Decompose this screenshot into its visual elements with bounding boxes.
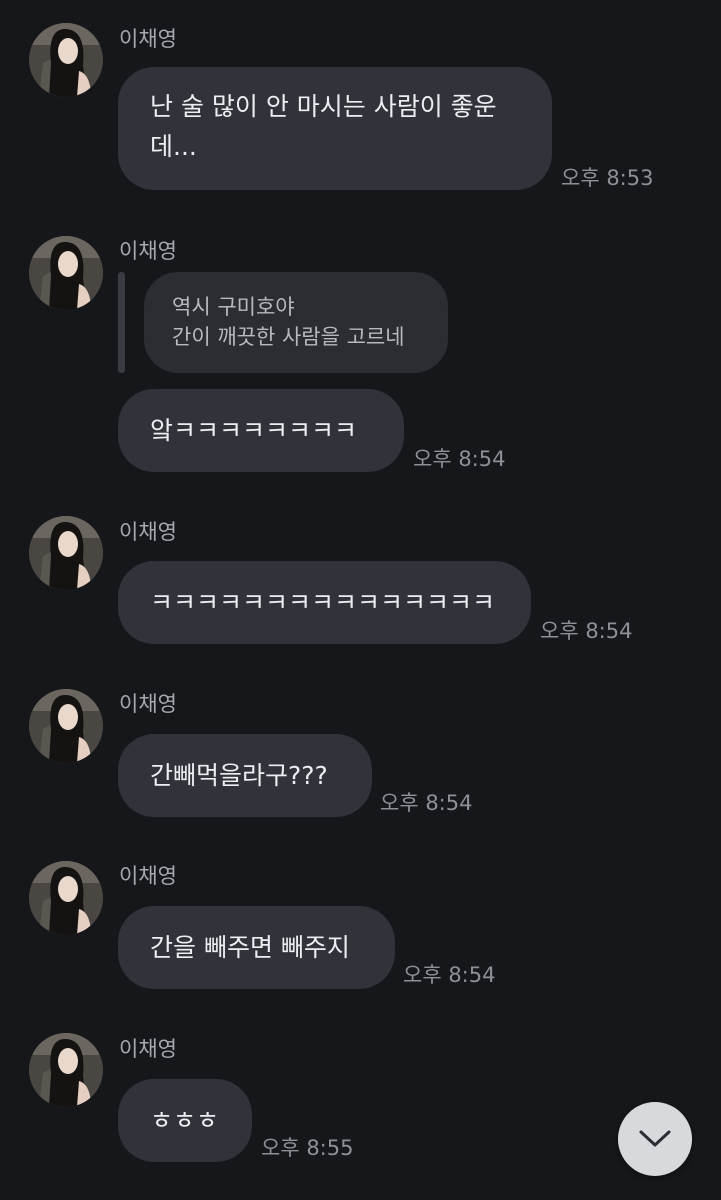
avatar[interactable] [29,236,103,310]
profile-photo-icon [29,689,103,763]
profile-photo-icon [29,23,103,97]
sender-name: 이채영 [119,1037,177,1061]
avatar[interactable] [29,23,103,97]
chevron-down-icon [639,1130,671,1147]
profile-photo-icon [29,861,103,935]
message-bubble[interactable]: 앜ㅋㅋㅋㅋㅋㅋㅋㅋ [118,389,404,472]
sender-name: 이채영 [119,692,177,716]
sender-name: 이채영 [119,520,177,544]
reply-indicator-bar [118,272,125,373]
reply-line: 간이 깨끗한 사람을 고르네 [172,325,405,349]
profile-photo-icon [29,516,103,590]
message-time: 오후 8:54 [413,447,506,471]
message-bubble[interactable]: 난 술 많이 안 마시는 사람이 좋운 데... [118,67,552,190]
reply-line: 역시 구미호야 [172,295,295,319]
message-bubble[interactable]: 간빼먹을라구??? [118,734,372,817]
message-time: 오후 8:55 [261,1136,354,1160]
avatar[interactable] [29,1033,103,1107]
profile-photo-icon [29,1033,103,1107]
message-bubble[interactable]: ㅎㅎㅎ [118,1079,252,1162]
sender-name: 이채영 [119,27,177,51]
message-bubble[interactable]: 간을 빼주면 빼주지 [118,906,395,989]
reply-quote[interactable]: 역시 구미호야 간이 깨끗한 사람을 고르네 [144,272,448,373]
scroll-to-bottom-button[interactable] [618,1102,692,1176]
message-time: 오후 8:54 [403,963,496,987]
sender-name: 이채영 [119,239,177,263]
avatar[interactable] [29,861,103,935]
profile-photo-icon [29,236,103,310]
sender-name: 이채영 [119,864,177,888]
avatar[interactable] [29,516,103,590]
message-time: 오후 8:54 [380,791,473,815]
avatar[interactable] [29,689,103,763]
message-time: 오후 8:54 [540,619,633,643]
message-time: 오후 8:53 [561,166,654,190]
message-bubble[interactable]: ㅋㅋㅋㅋㅋㅋㅋㅋㅋㅋㅋㅋㅋㅋㅋ [118,561,531,644]
